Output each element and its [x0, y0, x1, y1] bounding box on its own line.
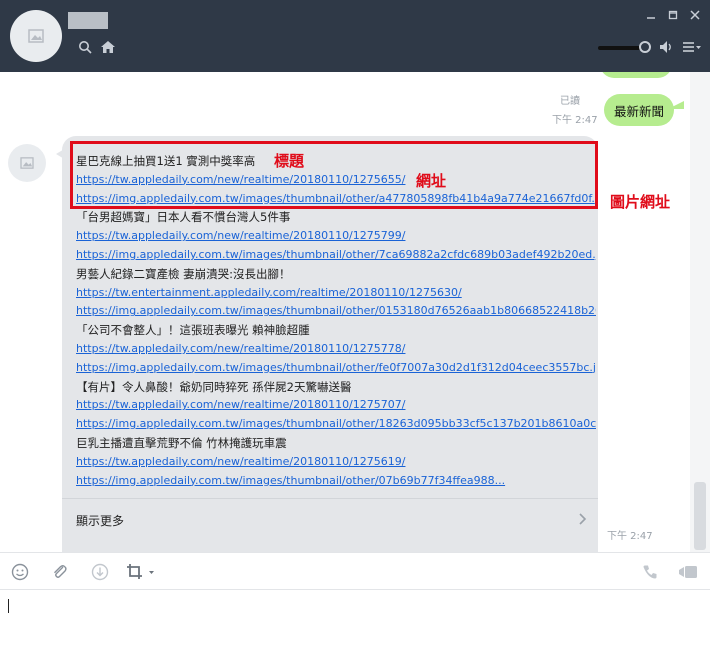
annotation-image-url-label: 圖片網址	[610, 193, 671, 211]
received-message-time: 下午 2:47	[607, 531, 653, 542]
message-text-line: 男藝人紀錄二寶產檢 妻崩潰哭:沒長出腳！	[76, 266, 291, 281]
annotation-url-label: 網址	[416, 172, 447, 190]
annotation-title-label: 標題	[274, 152, 305, 170]
sent-message-bubble[interactable]: 最新新聞	[604, 94, 675, 126]
previous-sent-bubble	[600, 72, 672, 78]
card-divider	[62, 498, 598, 499]
attachment-icon[interactable]	[50, 563, 70, 581]
chat-scrollbar[interactable]	[690, 72, 710, 552]
download-icon[interactable]	[90, 563, 110, 581]
compose-toolbar	[0, 552, 710, 590]
contact-name-redacted	[68, 12, 108, 29]
message-text-line: 【有片】令人鼻酸！爺奶同時猝死 孫伴屍2天驚嚇送醫	[76, 379, 352, 394]
message-link[interactable]: https://tw.appledaily.com/new/realtime/2…	[76, 396, 596, 415]
image-placeholder-icon	[20, 157, 34, 169]
chevron-right-icon[interactable]	[578, 512, 588, 530]
voice-call-icon[interactable]	[640, 563, 660, 581]
speaker-icon[interactable]	[659, 39, 675, 58]
volume-slider-knob[interactable]	[639, 41, 651, 53]
message-link[interactable]: https://img.appledaily.com.tw/images/thu…	[76, 359, 596, 378]
minimize-icon[interactable]	[644, 8, 658, 22]
message-link[interactable]: https://tw.entertainment.appledaily.com/…	[76, 284, 596, 303]
message-link[interactable]: https://tw.appledaily.com/new/realtime/2…	[76, 227, 596, 246]
sender-avatar[interactable]	[8, 144, 46, 182]
sent-bubble-tail	[668, 95, 684, 109]
chat-header	[0, 0, 710, 72]
contact-avatar[interactable]	[10, 10, 62, 62]
sent-message-text: 最新新聞	[614, 103, 665, 119]
image-placeholder-icon	[28, 29, 44, 43]
chat-scrollbar-thumb[interactable]	[694, 482, 706, 550]
message-text-line: 「台男超媽寶」日本人看不慣台灣人5件事	[76, 210, 291, 225]
show-more-button[interactable]: 顯示更多	[76, 512, 124, 529]
window-controls	[644, 8, 702, 22]
annotation-highlight-box	[70, 141, 598, 209]
message-link[interactable]: https://img.appledaily.com.tw/images/thu…	[76, 472, 596, 491]
read-receipt: 已讀	[560, 95, 580, 108]
menu-icon[interactable]	[682, 39, 702, 58]
volume-slider[interactable]	[598, 46, 644, 50]
crop-screenshot-icon[interactable]	[124, 563, 158, 581]
message-link[interactable]: https://img.appledaily.com.tw/images/thu…	[76, 415, 596, 434]
video-call-icon[interactable]	[678, 563, 698, 581]
message-text-line: 巨乳主播遭直擊荒野不倫 竹林掩護玩車震	[76, 435, 287, 450]
sent-message-time: 下午 2:47	[552, 115, 598, 126]
chat-area[interactable]: 已讀 下午 2:47 最新新聞 星巴克線上抽買1送1 實測中獎率高 https:/…	[0, 72, 690, 552]
search-icon[interactable]	[76, 38, 94, 56]
read-label: 已讀	[560, 96, 580, 107]
maximize-icon[interactable]	[666, 8, 680, 22]
message-text-line: 「公司不會整人」！這張班表曝光 賴神臉超腫	[76, 323, 310, 338]
message-link[interactable]: https://tw.appledaily.com/new/realtime/2…	[76, 453, 596, 472]
close-icon[interactable]	[688, 8, 702, 22]
home-icon[interactable]	[99, 38, 117, 56]
message-link[interactable]: https://tw.appledaily.com/new/realtime/2…	[76, 340, 596, 359]
message-link[interactable]: https://img.appledaily.com.tw/images/thu…	[76, 302, 596, 321]
message-link[interactable]: https://img.appledaily.com.tw/images/thu…	[76, 246, 596, 265]
text-caret	[8, 599, 9, 613]
message-input[interactable]	[0, 590, 710, 649]
emoji-icon[interactable]	[10, 563, 30, 581]
